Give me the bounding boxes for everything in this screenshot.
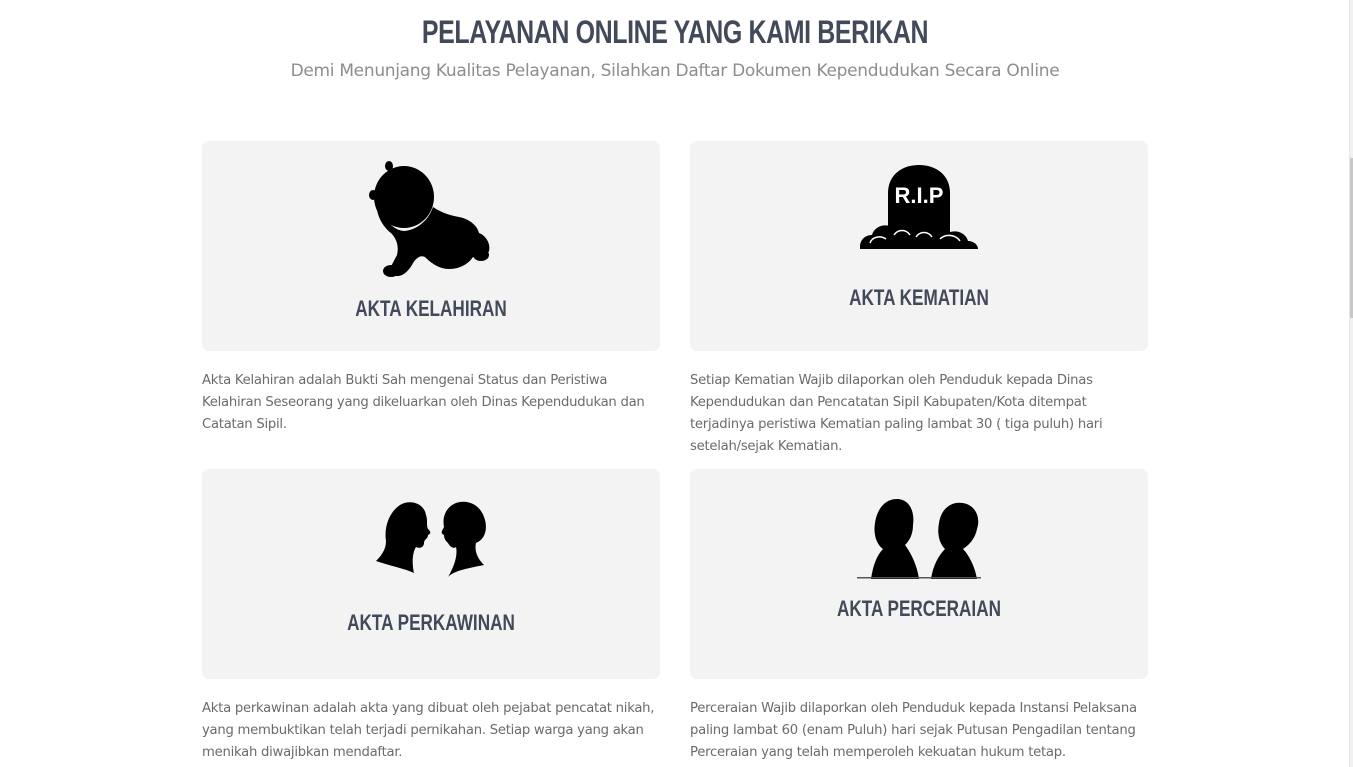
- service-title: AKTA KEMATIAN: [849, 285, 989, 310]
- service-description: Perceraian Wajib dilaporkan oleh Pendudu…: [690, 701, 1137, 760]
- service-title: AKTA PERCERAIAN: [837, 596, 1001, 621]
- service-description: Akta Kelahiran adalah Bukti Sah mengenai…: [202, 373, 645, 432]
- service-card-akta-perkawinan[interactable]: AKTA PERKAWINAN: [202, 469, 660, 679]
- service-title: AKTA KELAHIRAN: [355, 296, 507, 321]
- service-title: AKTA PERKAWINAN: [347, 610, 515, 635]
- couple-apart-icon: [857, 499, 981, 579]
- tombstone-icon: R.I.P: [860, 165, 978, 249]
- tombstone-text: R.I.P: [895, 183, 944, 208]
- baby-icon: [369, 161, 490, 277]
- couple-facing-icon: [376, 501, 486, 577]
- service-description: Akta perkawinan adalah akta yang dibuat …: [202, 701, 655, 760]
- page-title: PELAYANAN ONLINE YANG KAMI BERIKAN: [421, 14, 929, 50]
- page-subtitle: Demi Menunjang Kualitas Pelayanan, Silah…: [290, 61, 1060, 81]
- service-card-akta-kematian[interactable]: R.I.P AKTA KEMATIAN: [690, 141, 1148, 351]
- service-description: Setiap Kematian Wajib dilaporkan oleh Pe…: [690, 373, 1103, 454]
- service-card-akta-kelahiran[interactable]: AKTA KELAHIRAN: [202, 141, 660, 351]
- service-card-akta-perceraian[interactable]: AKTA PERCERAIAN: [690, 469, 1148, 679]
